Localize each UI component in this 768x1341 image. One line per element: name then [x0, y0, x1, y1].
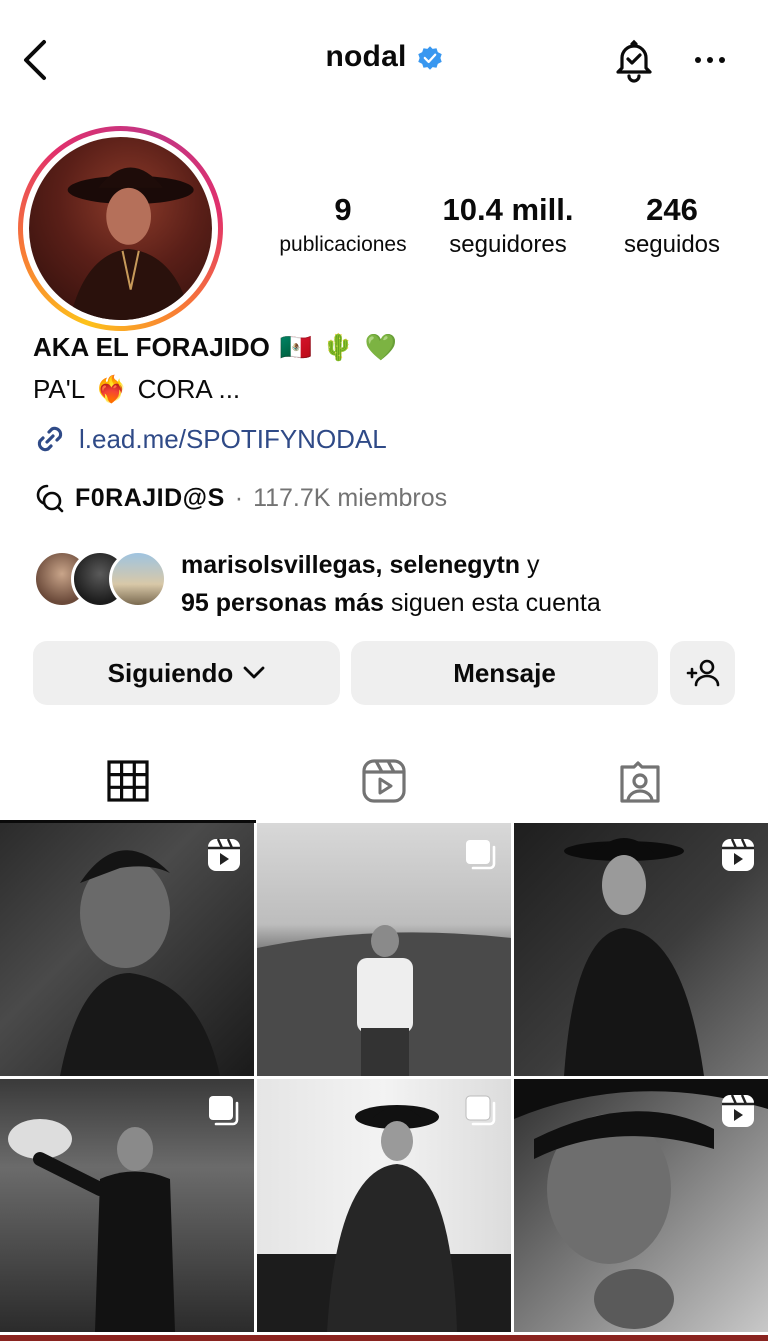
mutual-avatars	[33, 550, 173, 610]
mutual-suffix: siguen esta cuenta	[390, 589, 601, 617]
tagged-icon	[620, 761, 660, 803]
next-row-preview	[0, 1335, 768, 1341]
more-dot	[719, 57, 725, 63]
followers-count-label: seguidores	[449, 231, 567, 258]
bio-text[interactable]: PA'L ❤️‍🔥 CORA ...	[33, 374, 240, 405]
mutual-avatar	[109, 550, 167, 608]
mutual-followers[interactable]: marisolsvillegas, selenegytn y 95 person…	[33, 546, 753, 617]
posts-grid	[0, 823, 768, 1341]
followers-count-value: 10.4 mill.	[442, 192, 574, 227]
reels-icon	[362, 759, 406, 803]
carousel-badge-icon	[465, 1095, 496, 1126]
grid-icon	[107, 760, 149, 802]
suggested-accounts-button[interactable]	[670, 641, 735, 705]
mutual-others: 95 personas más	[181, 589, 384, 617]
posts-count[interactable]: 9 publicaciones	[268, 192, 418, 260]
notifications-button[interactable]	[610, 36, 658, 84]
post-thumbnail[interactable]	[257, 823, 511, 1076]
following-button-label: Siguiendo	[107, 657, 234, 688]
add-person-icon	[686, 659, 719, 687]
following-count-label: seguidos	[623, 231, 721, 258]
avatar-portrait	[67, 167, 194, 320]
username-title: nodal	[325, 40, 407, 73]
mutual-conj: y	[527, 551, 540, 579]
message-button[interactable]: Mensaje	[351, 641, 658, 705]
message-button-label: Mensaje	[453, 657, 556, 688]
posts-count-label: publicaciones	[279, 233, 407, 256]
chat-bubbles-icon	[36, 484, 64, 513]
verified-badge-icon	[417, 46, 442, 70]
bio-link-text: l.ead.me/SPOTIFYNODAL	[79, 423, 387, 454]
avatar-frame	[23, 131, 218, 326]
bio-text-end: CORA ...	[137, 374, 241, 404]
post-thumbnail[interactable]	[257, 1079, 511, 1332]
post-thumbnail[interactable]	[514, 823, 768, 1076]
bio-link[interactable]: l.ead.me/SPOTIFYNODAL	[33, 422, 387, 456]
profile-avatar-story-ring[interactable]	[18, 126, 223, 331]
heart-on-fire-emoji: ❤️‍🔥	[95, 374, 128, 404]
posts-count-value: 9	[334, 192, 352, 227]
mexico-flag-emoji: 🇲🇽	[279, 332, 313, 362]
tab-reels[interactable]	[256, 740, 512, 822]
more-dot	[707, 57, 713, 63]
carousel-badge-icon	[466, 840, 496, 870]
tab-posts-grid[interactable]	[0, 740, 256, 822]
reel-badge-icon	[208, 838, 240, 871]
post-thumbnail[interactable]	[0, 823, 254, 1076]
community-separator: ·	[234, 483, 244, 512]
carousel-badge-icon	[209, 1096, 239, 1126]
profile-tabs	[0, 740, 768, 823]
tab-tagged[interactable]	[512, 740, 768, 822]
chevron-down-icon	[243, 666, 265, 679]
mutual-names: marisolsvillegas, selenegytn	[181, 551, 521, 579]
reel-badge-icon	[722, 838, 754, 871]
following-button[interactable]: Siguiendo	[33, 641, 340, 705]
post-thumbnail[interactable]	[0, 1079, 254, 1332]
community-channel[interactable]: F0RAJID@S · 117.7K miembros	[33, 482, 447, 514]
green-heart-emoji: 💚	[364, 332, 398, 362]
post-thumbnail[interactable]	[514, 1079, 768, 1332]
top-bar: nodal	[0, 0, 768, 120]
avatar	[29, 137, 212, 320]
community-members: 117.7K miembros	[253, 483, 448, 512]
bell-check-icon	[616, 39, 652, 83]
more-options-button[interactable]	[690, 44, 730, 76]
bio-text-start: PA'L	[33, 374, 86, 404]
mutual-followers-text: marisolsvillegas, selenegytn y 95 person…	[181, 546, 601, 622]
bio-name-text: AKA EL FORAJIDO	[33, 332, 270, 362]
more-horizontal-icon	[695, 57, 701, 63]
reel-badge-icon	[722, 1094, 754, 1127]
link-icon	[37, 426, 63, 452]
cactus-emoji: 🌵	[322, 332, 355, 362]
following-count[interactable]: 246 seguidos	[606, 192, 738, 260]
following-count-value: 246	[646, 192, 698, 227]
community-name: F0RAJID@S	[75, 483, 225, 512]
followers-count[interactable]: 10.4 mill. seguidores	[430, 192, 586, 260]
bio-name: AKA EL FORAJIDO 🇲🇽 🌵 💚	[33, 332, 397, 363]
